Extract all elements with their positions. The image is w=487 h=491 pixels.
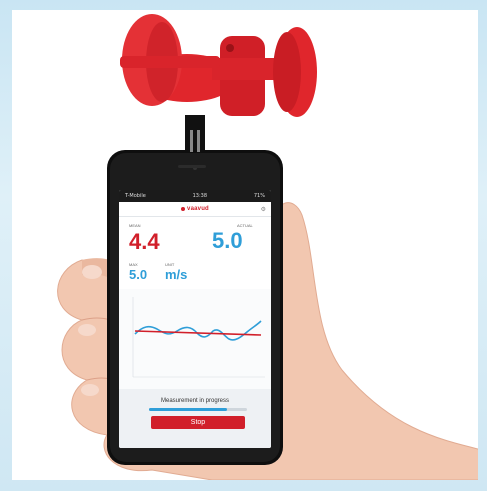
product-photo: T-Mobile 13:38 71% vaavud ⚙ MEAN 4.4 ACT… bbox=[12, 10, 478, 480]
progress-text: Measurement in progress bbox=[160, 398, 230, 404]
battery-text: 71% bbox=[253, 193, 265, 199]
anemometer bbox=[120, 14, 317, 152]
readings-panel: MEAN 4.4 ACTUAL 5.0 MAX 5.0 UNIT m/s bbox=[119, 217, 271, 289]
actual-value: 5.0 bbox=[212, 228, 243, 253]
mean-value: 4.4 bbox=[129, 229, 160, 254]
wind-speed-graph bbox=[119, 289, 271, 389]
gear-icon[interactable]: ⚙ bbox=[261, 206, 266, 213]
progress-bar bbox=[149, 408, 247, 411]
status-bar: T-Mobile 13:38 71% bbox=[119, 190, 271, 202]
max-value: 5.0 bbox=[129, 267, 148, 282]
mean-label: MEAN bbox=[129, 223, 141, 228]
brand-name: vaavud bbox=[187, 206, 209, 212]
unit-value: m/s bbox=[165, 267, 188, 282]
actual-speed-line bbox=[134, 320, 262, 341]
time-text: 13:38 bbox=[192, 193, 208, 199]
brand-logo-icon bbox=[181, 207, 186, 211]
phone-screen: T-Mobile 13:38 71% vaavud ⚙ MEAN 4.4 ACT… bbox=[119, 190, 271, 448]
stop-button[interactable]: Stop bbox=[151, 416, 245, 429]
measurement-footer: Measurement in progress Stop bbox=[119, 389, 271, 448]
app-header: vaavud ⚙ bbox=[119, 202, 271, 217]
graph-svg bbox=[132, 297, 265, 378]
progress-fill bbox=[149, 408, 228, 411]
carrier-text: T-Mobile bbox=[125, 193, 146, 199]
